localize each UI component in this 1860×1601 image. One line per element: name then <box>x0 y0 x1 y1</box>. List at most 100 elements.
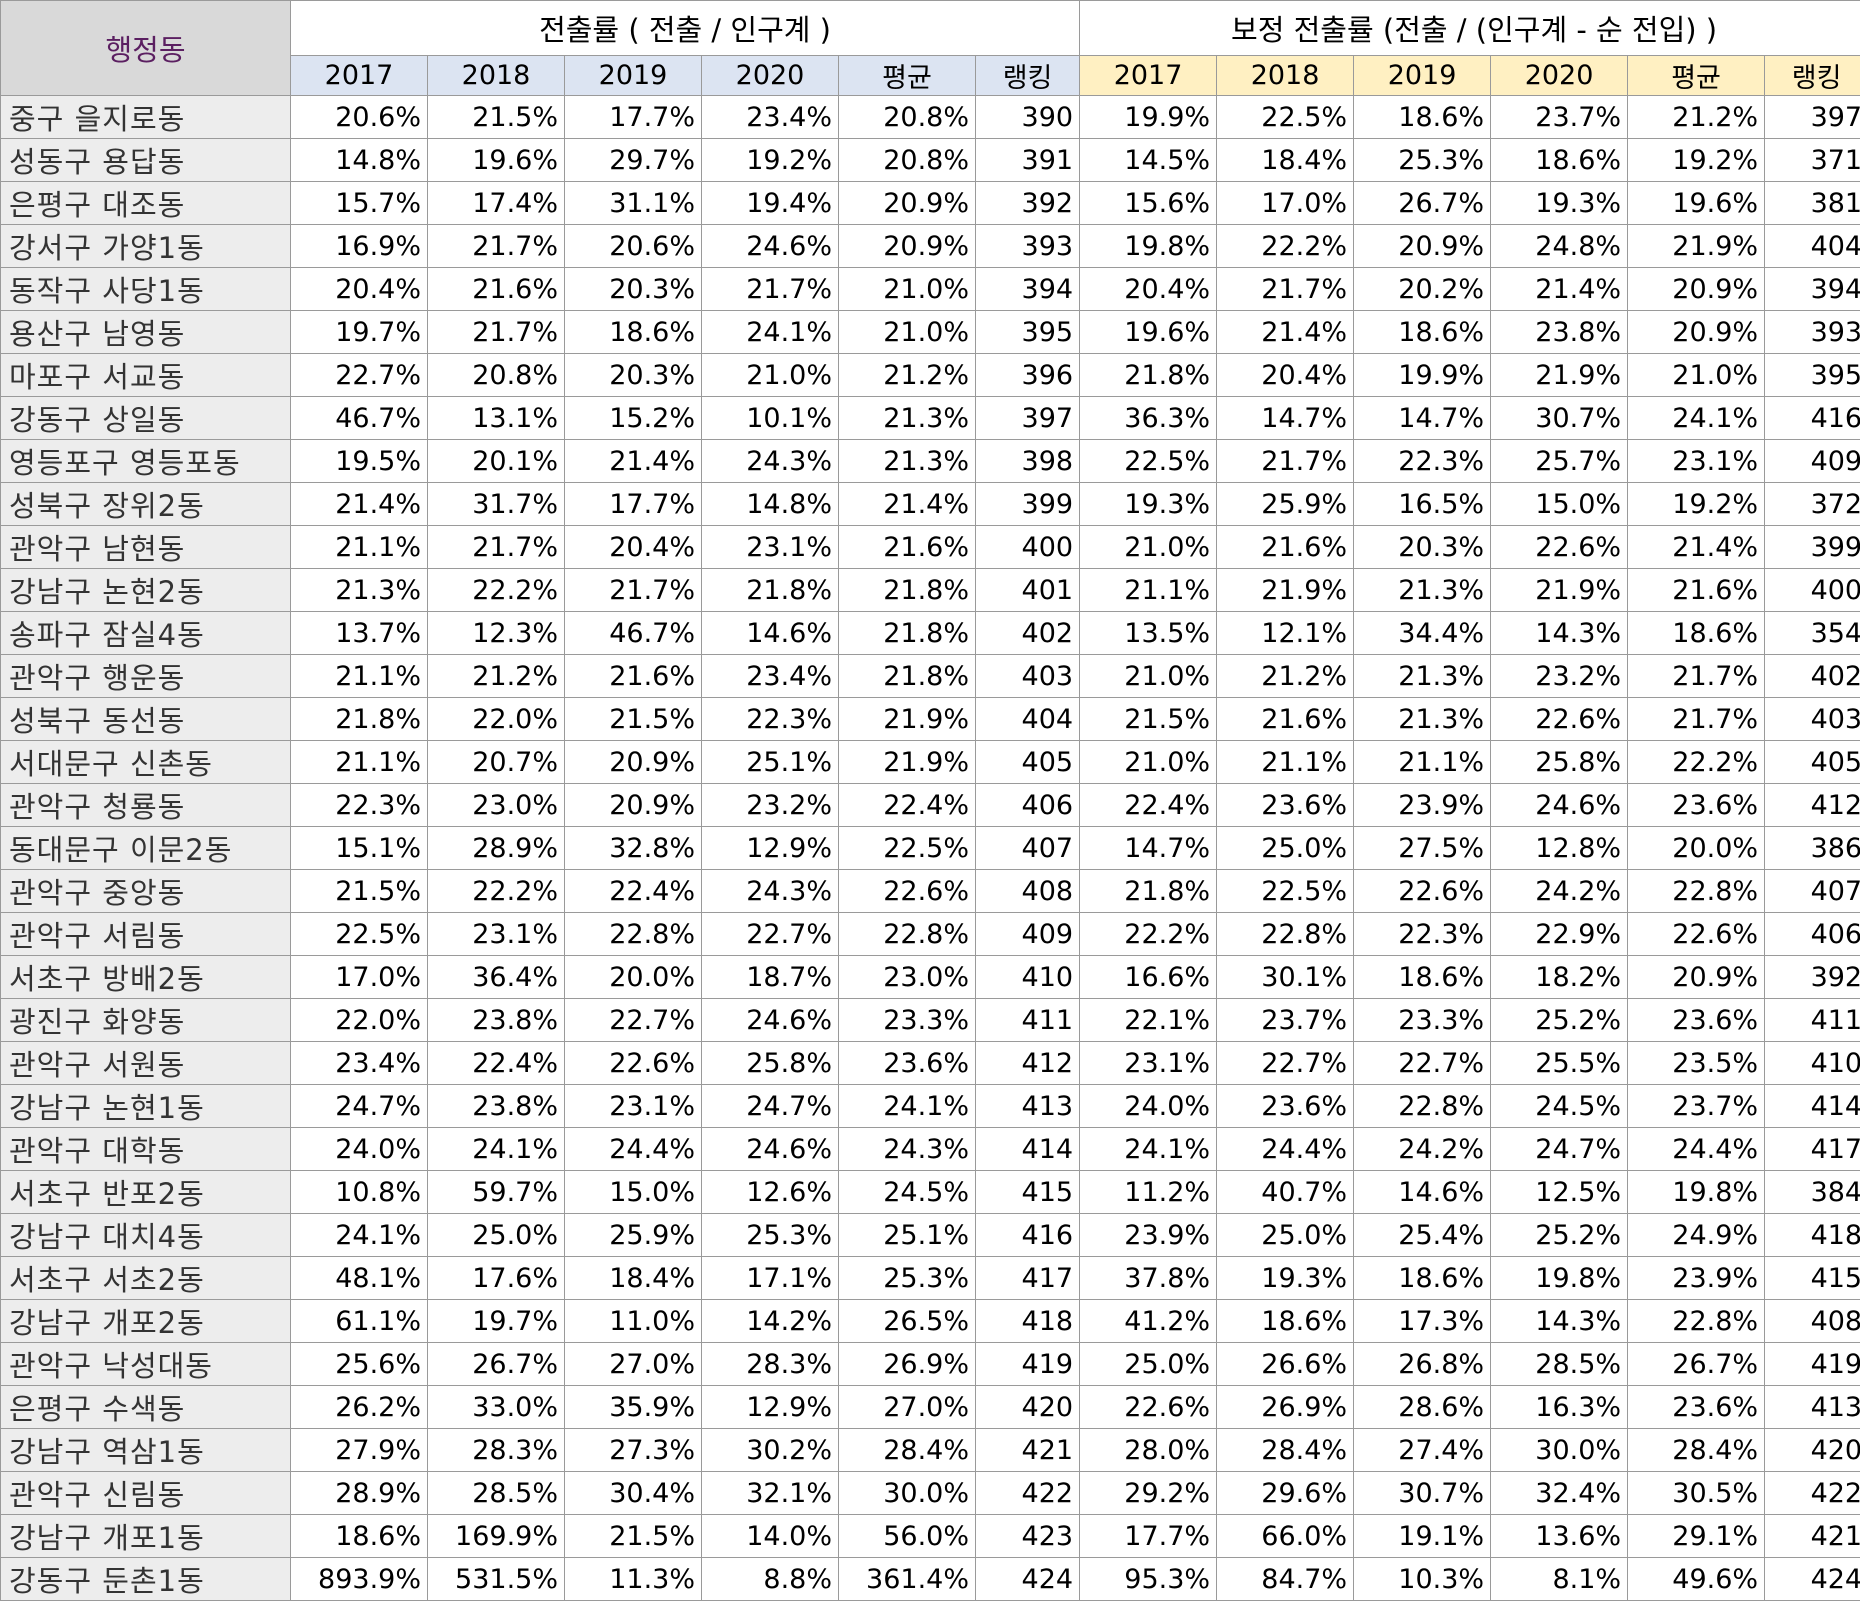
rate-2019-cell[interactable]: 18.6% <box>565 311 702 354</box>
adjusted-rate-average-cell[interactable]: 23.9% <box>1628 1257 1765 1300</box>
adjusted-rate-average-cell[interactable]: 19.2% <box>1628 139 1765 182</box>
rate-2020-cell[interactable]: 12.9% <box>702 827 839 870</box>
rate-2017-cell[interactable]: 24.7% <box>291 1085 428 1128</box>
rate-average-cell[interactable]: 21.6% <box>839 526 976 569</box>
rate-2020-cell[interactable]: 12.9% <box>702 1386 839 1429</box>
district-name-cell[interactable]: 서초구 반포2동 <box>1 1171 291 1214</box>
rate-2019-cell[interactable]: 20.0% <box>565 956 702 999</box>
adjusted-rate-2019-cell[interactable]: 18.6% <box>1354 1257 1491 1300</box>
rate-2020-cell[interactable]: 23.1% <box>702 526 839 569</box>
adjusted-rate-2018-cell[interactable]: 18.6% <box>1217 1300 1354 1343</box>
rate-2018-cell[interactable]: 21.5% <box>428 96 565 139</box>
rate-2017-cell[interactable]: 24.1% <box>291 1214 428 1257</box>
adjusted-rate-average-cell[interactable]: 18.6% <box>1628 612 1765 655</box>
adjusted-rate-average-cell[interactable]: 21.9% <box>1628 225 1765 268</box>
rate-average-cell[interactable]: 30.0% <box>839 1472 976 1515</box>
adjusted-rate-2018-cell[interactable]: 21.2% <box>1217 655 1354 698</box>
rate-2020-cell[interactable]: 17.1% <box>702 1257 839 1300</box>
district-name-cell[interactable]: 서초구 방배2동 <box>1 956 291 999</box>
rate-ranking-cell[interactable]: 410 <box>976 956 1080 999</box>
adjusted-rate-2018-cell[interactable]: 19.3% <box>1217 1257 1354 1300</box>
rate-2018-cell[interactable]: 36.4% <box>428 956 565 999</box>
group1-header-average[interactable]: 평균 <box>839 56 976 96</box>
adjusted-rate-2017-cell[interactable]: 19.9% <box>1080 96 1217 139</box>
adjusted-rate-2018-cell[interactable]: 84.7% <box>1217 1558 1354 1601</box>
rate-ranking-cell[interactable]: 397 <box>976 397 1080 440</box>
district-name-cell[interactable]: 강동구 상일동 <box>1 397 291 440</box>
rate-2019-cell[interactable]: 22.6% <box>565 1042 702 1085</box>
group2-header-2018[interactable]: 2018 <box>1217 56 1354 96</box>
rate-ranking-cell[interactable]: 396 <box>976 354 1080 397</box>
adjusted-rate-average-cell[interactable]: 20.9% <box>1628 268 1765 311</box>
rate-2017-cell[interactable]: 21.1% <box>291 655 428 698</box>
rate-2017-cell[interactable]: 22.3% <box>291 784 428 827</box>
rate-average-cell[interactable]: 27.0% <box>839 1386 976 1429</box>
adjusted-rate-average-cell[interactable]: 49.6% <box>1628 1558 1765 1601</box>
rate-2019-cell[interactable]: 31.1% <box>565 182 702 225</box>
district-name-cell[interactable]: 관악구 낙성대동 <box>1 1343 291 1386</box>
district-name-cell[interactable]: 강남구 대치4동 <box>1 1214 291 1257</box>
rate-average-cell[interactable]: 20.8% <box>839 96 976 139</box>
adjusted-rate-2018-cell[interactable]: 22.5% <box>1217 96 1354 139</box>
adjusted-rate-2019-cell[interactable]: 22.7% <box>1354 1042 1491 1085</box>
district-name-cell[interactable]: 강남구 개포1동 <box>1 1515 291 1558</box>
rate-ranking-cell[interactable]: 404 <box>976 698 1080 741</box>
rate-average-cell[interactable]: 26.5% <box>839 1300 976 1343</box>
adjusted-rate-2017-cell[interactable]: 22.1% <box>1080 999 1217 1042</box>
adjusted-rate-2017-cell[interactable]: 21.5% <box>1080 698 1217 741</box>
adjusted-rate-ranking-cell[interactable]: 416 <box>1765 397 1860 440</box>
rate-average-cell[interactable]: 20.9% <box>839 225 976 268</box>
district-name-cell[interactable]: 강남구 역삼1동 <box>1 1429 291 1472</box>
rate-2019-cell[interactable]: 27.0% <box>565 1343 702 1386</box>
adjusted-rate-ranking-cell[interactable]: 409 <box>1765 440 1860 483</box>
rate-ranking-cell[interactable]: 415 <box>976 1171 1080 1214</box>
adjusted-rate-2019-cell[interactable]: 18.6% <box>1354 956 1491 999</box>
adjusted-rate-2019-cell[interactable]: 22.3% <box>1354 440 1491 483</box>
adjusted-rate-2017-cell[interactable]: 28.0% <box>1080 1429 1217 1472</box>
adjusted-rate-ranking-cell[interactable]: 414 <box>1765 1085 1860 1128</box>
rate-ranking-cell[interactable]: 391 <box>976 139 1080 182</box>
rate-ranking-cell[interactable]: 424 <box>976 1558 1080 1601</box>
adjusted-rate-2020-cell[interactable]: 25.2% <box>1491 999 1628 1042</box>
adjusted-rate-2020-cell[interactable]: 25.7% <box>1491 440 1628 483</box>
district-name-cell[interactable]: 관악구 청룡동 <box>1 784 291 827</box>
group2-title-cell[interactable]: 보정 전출률 (전출 / (인구계 - 순 전입) ) <box>1080 1 1860 56</box>
district-name-cell[interactable]: 은평구 대조동 <box>1 182 291 225</box>
adjusted-rate-ranking-cell[interactable]: 420 <box>1765 1429 1860 1472</box>
adjusted-rate-2019-cell[interactable]: 21.3% <box>1354 655 1491 698</box>
adjusted-rate-2020-cell[interactable]: 21.9% <box>1491 569 1628 612</box>
rate-2020-cell[interactable]: 24.3% <box>702 440 839 483</box>
adjusted-rate-ranking-cell[interactable]: 405 <box>1765 741 1860 784</box>
adjusted-rate-2020-cell[interactable]: 16.3% <box>1491 1386 1628 1429</box>
adjusted-rate-2017-cell[interactable]: 16.6% <box>1080 956 1217 999</box>
district-name-cell[interactable]: 관악구 대학동 <box>1 1128 291 1171</box>
adjusted-rate-average-cell[interactable]: 19.6% <box>1628 182 1765 225</box>
adjusted-rate-ranking-cell[interactable]: 422 <box>1765 1472 1860 1515</box>
adjusted-rate-2020-cell[interactable]: 25.8% <box>1491 741 1628 784</box>
rate-2018-cell[interactable]: 22.0% <box>428 698 565 741</box>
adjusted-rate-ranking-cell[interactable]: 392 <box>1765 956 1860 999</box>
adjusted-rate-average-cell[interactable]: 26.7% <box>1628 1343 1765 1386</box>
rate-2019-cell[interactable]: 21.7% <box>565 569 702 612</box>
rate-average-cell[interactable]: 23.6% <box>839 1042 976 1085</box>
rate-2020-cell[interactable]: 30.2% <box>702 1429 839 1472</box>
group1-title-cell[interactable]: 전출률 ( 전출 / 인구계 ) <box>291 1 1080 56</box>
district-name-cell[interactable]: 서대문구 신촌동 <box>1 741 291 784</box>
rate-2019-cell[interactable]: 30.4% <box>565 1472 702 1515</box>
adjusted-rate-ranking-cell[interactable]: 403 <box>1765 698 1860 741</box>
adjusted-rate-2017-cell[interactable]: 36.3% <box>1080 397 1217 440</box>
district-name-cell[interactable]: 용산구 남영동 <box>1 311 291 354</box>
rate-2019-cell[interactable]: 11.3% <box>565 1558 702 1601</box>
adjusted-rate-2017-cell[interactable]: 19.6% <box>1080 311 1217 354</box>
group1-header-ranking[interactable]: 랭킹 <box>976 56 1080 96</box>
adjusted-rate-average-cell[interactable]: 20.9% <box>1628 311 1765 354</box>
district-name-cell[interactable]: 강서구 가양1동 <box>1 225 291 268</box>
adjusted-rate-2017-cell[interactable]: 22.6% <box>1080 1386 1217 1429</box>
adjusted-rate-2018-cell[interactable]: 28.4% <box>1217 1429 1354 1472</box>
adjusted-rate-average-cell[interactable]: 30.5% <box>1628 1472 1765 1515</box>
rate-average-cell[interactable]: 21.0% <box>839 268 976 311</box>
rate-2018-cell[interactable]: 59.7% <box>428 1171 565 1214</box>
adjusted-rate-2017-cell[interactable]: 24.0% <box>1080 1085 1217 1128</box>
adjusted-rate-2019-cell[interactable]: 23.3% <box>1354 999 1491 1042</box>
rate-average-cell[interactable]: 22.6% <box>839 870 976 913</box>
